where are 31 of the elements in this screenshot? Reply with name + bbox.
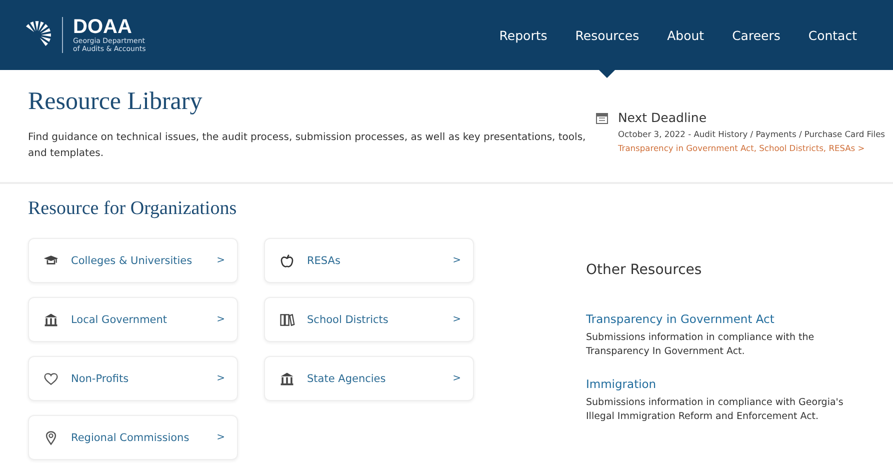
- building-icon: [279, 370, 295, 386]
- nav-link[interactable]: Contact: [796, 0, 869, 70]
- map-pin-icon: [43, 430, 59, 446]
- page-title: Resource Library: [28, 88, 204, 116]
- section-title: Other Resources: [586, 262, 703, 278]
- category-card[interactable]: State Agencies >: [264, 356, 474, 401]
- nav-link[interactable]: About: [655, 0, 716, 70]
- page-description: Find guidance on technical issues, the audit process, submission processes, as well as key presentations, tools, and templates.: [28, 131, 587, 161]
- resource-link[interactable]: Transparency in Government Act: [586, 312, 866, 326]
- category-card[interactable]: RESAs >: [264, 238, 474, 283]
- section-title: Resource for Organizations: [28, 198, 238, 220]
- resource-description: Submissions information in compliance with the Transparency In Government Act.: [586, 331, 816, 359]
- calendar-icon: [596, 112, 608, 124]
- deadline-title: Next Deadline: [618, 110, 708, 125]
- category-card[interactable]: Non-Profits >: [28, 356, 238, 401]
- category-card[interactable]: School Districts >: [264, 297, 474, 342]
- logo-title: DOAA: [73, 17, 132, 37]
- category-card[interactable]: Colleges & Universities >: [28, 238, 238, 283]
- building-icon: [43, 312, 59, 328]
- books-icon: [279, 312, 295, 328]
- category-card[interactable]: Regional Commissions >: [28, 415, 238, 460]
- deadline-date: October 3, 2022 - Audit History / Payments / Purchase Card Files: [618, 129, 885, 139]
- resource-description: Submissions information in compliance with Georgia's Illegal Immigration Reform and Enforcement Act.: [586, 396, 844, 424]
- apple-icon: [279, 252, 295, 268]
- nav-link[interactable]: Reports: [487, 0, 560, 70]
- nav-link[interactable]: Careers: [720, 0, 792, 70]
- category-card[interactable]: Local Government >: [28, 297, 238, 342]
- resource-link[interactable]: Immigration: [586, 377, 866, 391]
- nav-link[interactable]: Resources: [563, 0, 652, 70]
- heart-icon: [43, 370, 59, 386]
- deadline-link[interactable]: Transparency in Government Act, School Districts, RESAs >: [618, 143, 885, 153]
